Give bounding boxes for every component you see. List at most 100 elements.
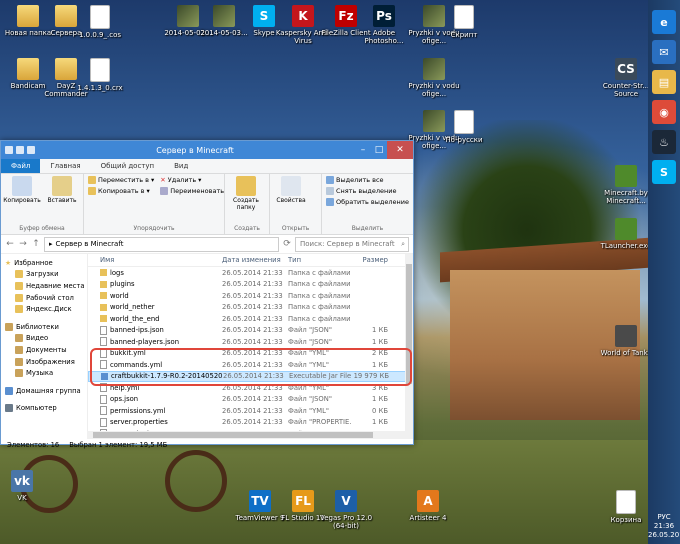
- skype-icon[interactable]: S: [652, 160, 676, 184]
- file-date: 26.05.2014 21:33: [222, 314, 283, 323]
- library-icon: [5, 322, 13, 331]
- horizontal-scrollbar[interactable]: [87, 431, 413, 439]
- column-type[interactable]: Тип: [288, 256, 352, 264]
- file-size: 0 КБ: [372, 406, 388, 415]
- nav-favorites[interactable]: ★ Избранное: [1, 257, 87, 269]
- tab-home[interactable]: Главная: [40, 159, 90, 173]
- file-row[interactable]: server.properties 26.05.2014 21:33 Файл "P…: [88, 417, 413, 429]
- file-name: logs: [110, 268, 124, 277]
- mail-icon[interactable]: ✉: [652, 40, 676, 64]
- select-none-button[interactable]: Снять выделение: [325, 187, 409, 195]
- nav-libraries[interactable]: Библиотеки: [1, 321, 87, 333]
- desktop-icon[interactable]: По-русски: [436, 110, 492, 144]
- invert-selection-button[interactable]: Обратить выделение: [325, 198, 409, 206]
- file-type: Файл "JSON": [288, 395, 332, 404]
- internet-explorer-icon[interactable]: e: [652, 10, 676, 34]
- desktop-icon[interactable]: A Artisteer 4: [400, 490, 456, 522]
- desktop-icon[interactable]: TLauncher.exe: [598, 218, 654, 250]
- properties-button[interactable]: Свойства: [274, 176, 308, 204]
- desktop-icon[interactable]: CS Counter-Str... Source: [598, 58, 654, 98]
- desktop-icon[interactable]: Корзина: [598, 490, 654, 524]
- rename-icon: [160, 187, 169, 195]
- up-icon[interactable]: ↑: [31, 239, 41, 249]
- steam-icon[interactable]: ♨: [652, 130, 676, 154]
- rename-button[interactable]: Переименовать: [160, 187, 224, 195]
- tab-share[interactable]: Общий доступ: [91, 159, 165, 173]
- nav-item[interactable]: Загрузки: [1, 269, 87, 281]
- title-bar[interactable]: Сервер в Minecraft – □ ✕: [1, 141, 413, 159]
- file-row[interactable]: banned-ips.json 26.05.2014 21:33 Файл "JSO…: [88, 325, 413, 337]
- tab-view[interactable]: Вид: [164, 159, 198, 173]
- vertical-scrollbar[interactable]: [405, 254, 413, 431]
- group-label: Выделить: [351, 225, 384, 232]
- desktop-icon[interactable]: Скрипт: [436, 5, 492, 39]
- column-size[interactable]: Размер: [352, 256, 392, 264]
- search-input[interactable]: Поиск: Сервер в Minecraft ⌕: [295, 236, 409, 252]
- minimize-button[interactable]: –: [355, 141, 371, 159]
- folder-icon: [100, 315, 107, 323]
- move-to-button[interactable]: Переместить в ▾: [88, 176, 154, 184]
- explorer-icon[interactable]: ▤: [652, 70, 676, 94]
- column-name[interactable]: Имя: [88, 256, 222, 264]
- desktop-icon[interactable]: Minecraft.by Minecraft...: [598, 165, 654, 205]
- desktop-icon[interactable]: V Vegas Pro 12.0 (64-bit): [318, 490, 374, 530]
- tab-file[interactable]: Файл: [1, 159, 41, 173]
- file-row[interactable]: plugins 26.05.2014 21:33 Папка с файлами: [88, 279, 413, 291]
- refresh-icon[interactable]: ⟳: [282, 239, 292, 249]
- new-folder-icon[interactable]: [27, 146, 35, 154]
- nav-computer[interactable]: Компьютер: [1, 403, 87, 415]
- desktop-icon[interactable]: Pryzhki v vodu ofige...: [406, 58, 462, 98]
- address-bar[interactable]: ▸ Сервер в Minecraft: [44, 236, 279, 252]
- copy-button[interactable]: Копировать: [3, 176, 41, 204]
- select-all-button[interactable]: Выделить все: [325, 176, 409, 184]
- clock-time[interactable]: 21:36: [648, 522, 680, 531]
- file-row[interactable]: banned-players.json 26.05.2014 21:33 Файл …: [88, 336, 413, 348]
- paste-button[interactable]: Вставить: [45, 176, 79, 204]
- clock-date[interactable]: 26.05.2014: [648, 531, 680, 540]
- desktop-icon[interactable]: 1.0.0.9_.cos: [72, 5, 128, 39]
- folder-icon[interactable]: [5, 146, 13, 154]
- file-row[interactable]: ops.json 26.05.2014 21:33 Файл "JSON" 1 КБ: [88, 394, 413, 406]
- copy-to-icon: [88, 187, 96, 195]
- nav-item[interactable]: Изображения: [1, 356, 87, 368]
- file-row[interactable]: world_the_end 26.05.2014 21:33 Папка с фай…: [88, 313, 413, 325]
- file-row[interactable]: permissions.yml 26.05.2014 21:33 Файл "YML…: [88, 405, 413, 417]
- folder-icon: ▸: [49, 240, 53, 248]
- new-folder-button[interactable]: Создать папку: [229, 176, 263, 211]
- nav-item[interactable]: Рабочий стол: [1, 292, 87, 304]
- nav-item[interactable]: Документы: [1, 344, 87, 356]
- properties-icon[interactable]: [16, 146, 24, 154]
- copy-to-button[interactable]: Копировать в ▾: [88, 187, 154, 195]
- nav-item[interactable]: Недавние места: [1, 280, 87, 292]
- folder-icon: [15, 281, 23, 290]
- desktop-icon[interactable]: Ps Adobe Photosho...: [356, 5, 412, 45]
- nav-item[interactable]: Яндекс.Диск: [1, 303, 87, 315]
- desktop-icon[interactable]: vk VK: [0, 470, 50, 502]
- close-button[interactable]: ✕: [387, 141, 413, 159]
- desktop-icon[interactable]: 1.4.1.3_0.crx: [72, 58, 128, 92]
- nav-item[interactable]: Видео: [1, 333, 87, 345]
- file-row[interactable]: world_nether 26.05.2014 21:33 Папка с файл…: [88, 302, 413, 314]
- vegas-icon: V: [335, 490, 357, 512]
- nav-homegroup[interactable]: Домашняя группа: [1, 385, 87, 397]
- file-date: 26.05.2014 21:33: [222, 326, 283, 335]
- file-row[interactable]: world 26.05.2014 21:33 Папка с файлами: [88, 290, 413, 302]
- maximize-button[interactable]: □: [371, 141, 387, 159]
- desktop-icon[interactable]: World of Tanks: [598, 325, 654, 357]
- file-row[interactable]: logs 26.05.2014 21:33 Папка с файлами: [88, 267, 413, 279]
- breadcrumb[interactable]: Сервер в Minecraft: [56, 240, 124, 248]
- nav-item[interactable]: Музыка: [1, 367, 87, 379]
- column-date[interactable]: Дата изменения: [222, 256, 288, 264]
- desktop-icon-label: Скрипт: [450, 31, 478, 39]
- forward-icon[interactable]: →: [18, 239, 28, 249]
- select-none-icon: [325, 187, 334, 195]
- desktop-icon-label: 1.4.1.3_0.crx: [77, 84, 123, 92]
- paste-icon: [52, 176, 72, 196]
- selection-info: Выбран 1 элемент: 19,5 МБ: [69, 441, 168, 449]
- language-indicator[interactable]: РУС: [648, 513, 680, 522]
- back-icon[interactable]: ←: [5, 239, 15, 249]
- file-icon: [100, 337, 107, 347]
- delete-button[interactable]: ✕ Удалить ▾: [160, 176, 224, 184]
- item-count: Элементов: 16: [7, 441, 60, 449]
- chrome-icon[interactable]: ◉: [652, 100, 676, 124]
